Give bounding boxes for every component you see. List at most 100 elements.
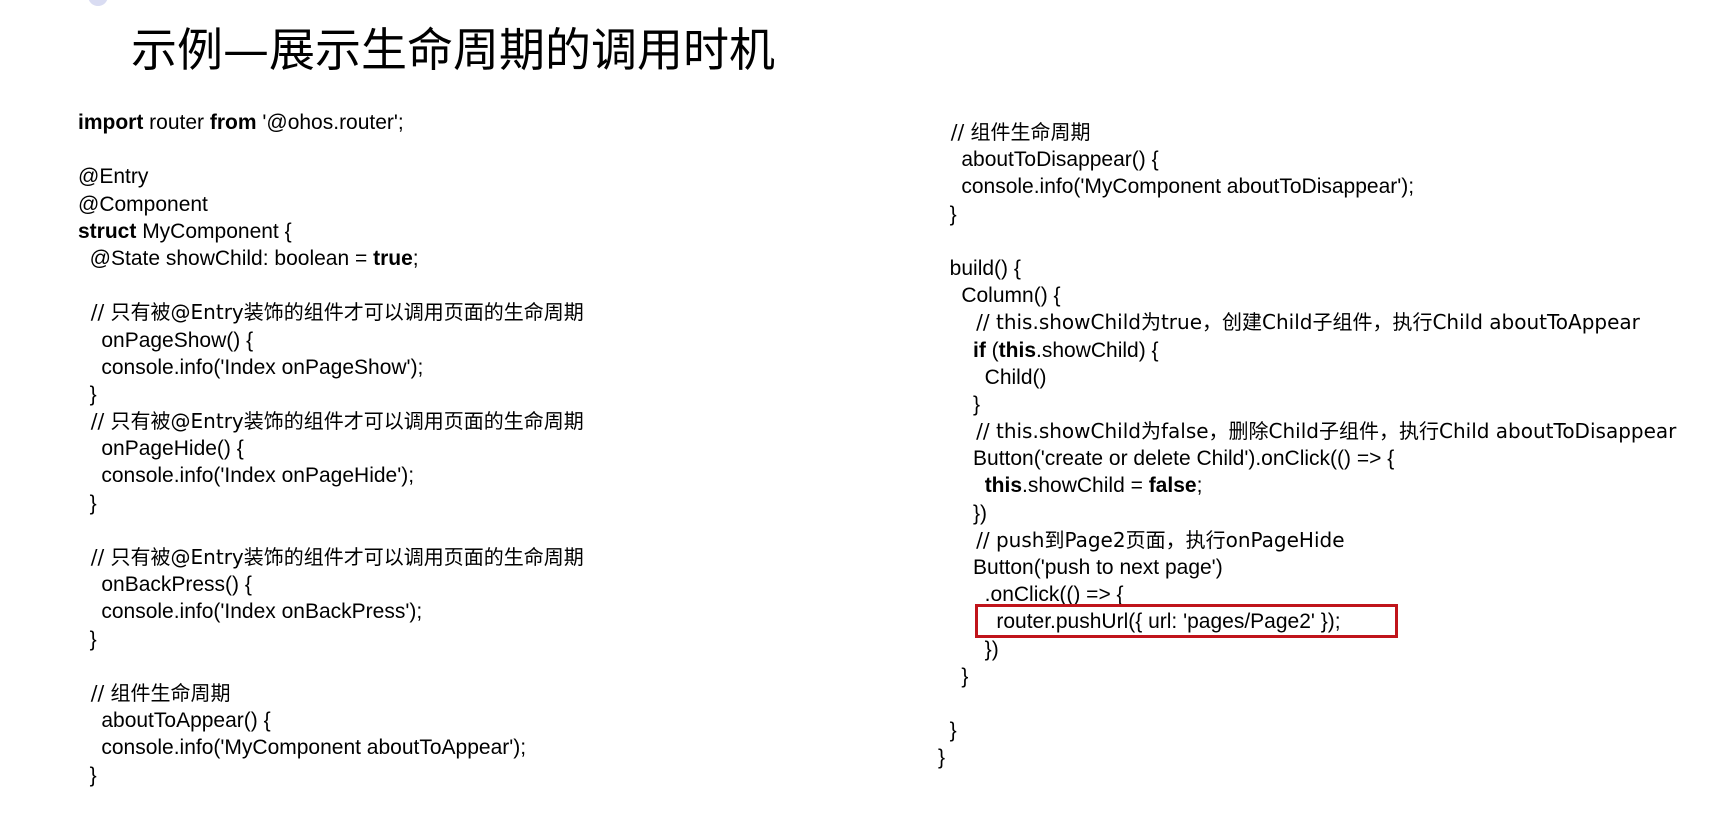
code-text: Column() { [938, 284, 1061, 308]
code-text: console.info('MyComponent aboutToDisappe… [938, 175, 1415, 199]
code-line: } [938, 201, 1676, 228]
code-line: struct MyComponent { [78, 218, 584, 245]
code-line: @Component [78, 191, 584, 218]
code-text: }) [938, 637, 999, 661]
code-line: // 组件生命周期 [938, 119, 1676, 146]
code-line: } [938, 391, 1676, 418]
code-comment: // this.showChild为true，创建Child子组件，执行Chil… [938, 310, 1640, 335]
code-text: @State showChild: boolean = [78, 246, 374, 270]
code-text: @Entry [78, 165, 149, 189]
code-keyword: true [373, 246, 413, 270]
code-keyword: this [998, 338, 1037, 362]
code-text: ; [1196, 474, 1203, 498]
code-text: @Component [78, 192, 208, 216]
code-comment: // push到Page2页面，执行onPageHide [938, 527, 1345, 552]
code-keyword: false [1148, 474, 1197, 498]
code-comment: // this.showChild为false，删除Child子组件，执行Chi… [938, 419, 1677, 444]
code-line: Button('push to next page') [938, 554, 1676, 581]
code-text: .onClick(() => { [938, 583, 1124, 607]
code-text: } [938, 202, 957, 226]
code-line: } [938, 744, 1676, 771]
code-line: this.showChild = false; [938, 472, 1676, 499]
code-line: } [78, 381, 584, 408]
code-text: build() { [938, 256, 1021, 280]
code-line: @State showChild: boolean = true; [78, 245, 584, 272]
code-text: } [78, 627, 97, 651]
code-line: console.info('Index onBackPress'); [78, 598, 584, 625]
code-line: onPageHide() { [78, 435, 584, 462]
code-comment: // 组件生命周期 [78, 680, 231, 705]
code-line: Column() { [938, 282, 1676, 309]
highlight-box-push-url [975, 604, 1398, 638]
code-comment: // 只有被@Entry装饰的组件才可以调用页面的生命周期 [78, 545, 584, 569]
code-line: console.info('MyComponent aboutToDisappe… [938, 173, 1676, 200]
code-line: }) [938, 500, 1676, 527]
code-line: console.info('MyComponent aboutToAppear'… [78, 734, 584, 761]
corner-decoration [88, 0, 108, 6]
code-text: }) [938, 501, 988, 525]
code-text: console.info('MyComponent aboutToAppear'… [78, 736, 527, 760]
code-comment: // 只有被@Entry装饰的组件才可以调用页面的生命周期 [78, 409, 584, 434]
code-block-right: // 组件生命周期 aboutToDisappear() { console.i… [938, 119, 1676, 772]
code-line: @Entry [78, 163, 584, 190]
code-comment: // 组件生命周期 [938, 120, 1091, 144]
code-text: ( [985, 338, 999, 362]
code-text: } [938, 664, 969, 688]
code-line: aboutToDisappear() { [938, 146, 1676, 173]
code-keyword: import [78, 111, 144, 134]
code-text: onPageHide() { [78, 437, 244, 461]
code-text: } [938, 719, 957, 743]
code-comment: // 只有被@Entry装饰的组件才可以调用页面的生命周期 [78, 300, 584, 325]
code-line: } [78, 626, 584, 653]
code-line: onPageShow() { [78, 327, 584, 354]
code-line: build() { [938, 255, 1676, 282]
code-text: router [143, 111, 210, 134]
code-block-left: import router from '@ohos.router'; @Entry… [78, 109, 584, 789]
code-text: onPageShow() { [78, 328, 254, 352]
code-text: onBackPress() { [78, 573, 252, 597]
code-keyword: from [209, 111, 257, 134]
code-line: // this.showChild为true，创建Child子组件，执行Chil… [938, 309, 1676, 336]
code-text: console.info('Index onPageShow'); [78, 355, 424, 379]
code-line: Button('create or delete Child').onClick… [938, 445, 1676, 472]
code-text: '@ohos.router'; [256, 111, 404, 134]
code-text: Button('create or delete Child').onClick… [938, 447, 1395, 471]
code-text: ; [412, 246, 419, 270]
code-keyword: this [984, 474, 1023, 498]
code-line: } [78, 762, 584, 789]
code-line: import router from '@ohos.router'; [78, 109, 584, 136]
code-text: aboutToDisappear() { [938, 148, 1159, 172]
code-text: Button('push to next page') [938, 556, 1223, 579]
code-keyword: struct [78, 219, 137, 243]
code-text: console.info('Index onBackPress'); [78, 600, 423, 624]
code-line: // this.showChild为false，删除Child子组件，执行Chi… [938, 418, 1676, 445]
code-keyword: if [973, 338, 986, 362]
slide-title: 示例—展示生命周期的调用时机 [131, 23, 775, 77]
code-line: Child() [938, 364, 1676, 391]
code-line: console.info('Index onPageShow'); [78, 354, 584, 381]
code-line: // push到Page2页面，执行onPageHide [938, 527, 1676, 554]
code-line: onBackPress() { [78, 571, 584, 598]
code-line: // 组件生命周期 [78, 680, 584, 707]
code-line: console.info('Index onPageHide'); [78, 462, 584, 489]
code-text: } [78, 491, 97, 515]
code-text: } [938, 746, 946, 770]
code-text: } [78, 382, 97, 406]
code-text: console.info('Index onPageHide'); [78, 464, 415, 488]
code-text: MyComponent { [136, 219, 292, 243]
code-text: } [78, 763, 97, 787]
code-line: // 只有被@Entry装饰的组件才可以调用页面的生命周期 [78, 544, 584, 571]
code-line: if (this.showChild) { [938, 337, 1676, 364]
code-text: } [938, 392, 981, 416]
code-text: aboutToAppear() { [78, 709, 271, 733]
code-line: // 只有被@Entry装饰的组件才可以调用页面的生命周期 [78, 408, 584, 435]
code-line: }) [938, 636, 1676, 663]
code-text: Child() [938, 365, 1047, 389]
